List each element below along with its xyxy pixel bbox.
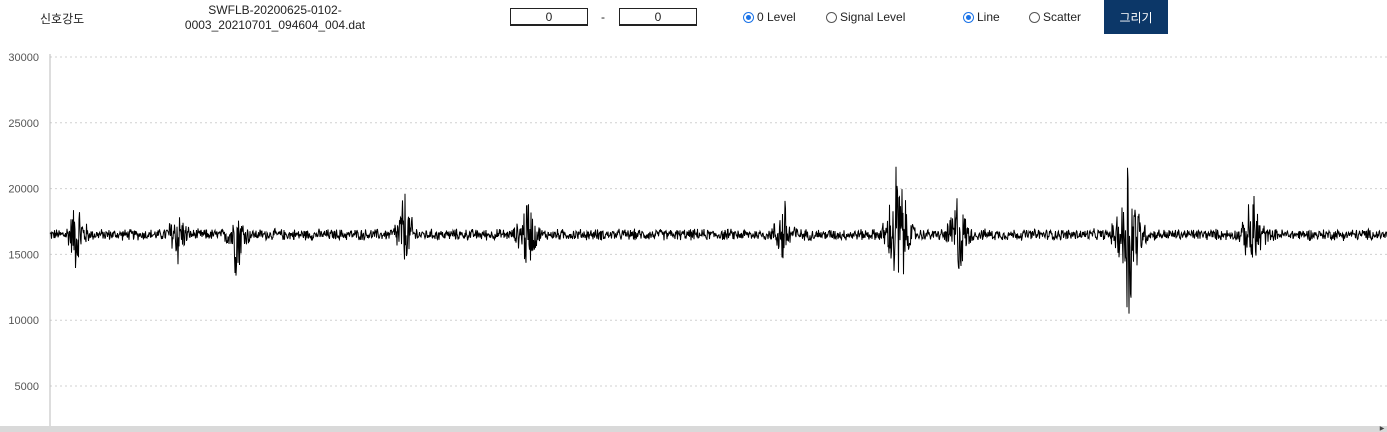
range-end-input[interactable] [619, 8, 697, 26]
radio-line-label: Line [977, 10, 1000, 24]
radio-signal-level[interactable]: Signal Level [826, 10, 905, 24]
y-tick-label-10000: 10000 [8, 315, 39, 327]
radio-signal-level-indicator[interactable] [826, 11, 837, 23]
y-tick-label-25000: 25000 [8, 118, 39, 130]
scroll-right-arrow-icon[interactable]: ▶ [1377, 426, 1387, 432]
radio-line[interactable]: Line [963, 10, 1000, 24]
filename-line-2: 0003_20210701_094604_004.dat [184, 18, 366, 32]
radio-scatter[interactable]: Scatter [1029, 10, 1081, 24]
radio-signal-level-label: Signal Level [840, 10, 906, 24]
radio-zero-level-indicator[interactable] [743, 11, 754, 23]
radio-zero-level-label: 0 Level [757, 10, 796, 24]
y-tick-label-30000: 30000 [8, 52, 39, 64]
signal-chart: 5000 10000 15000 20000 25000 30000 [8, 52, 1387, 426]
filename-label: SWFLB-20200625-0102- 0003_20210701_09460… [180, 3, 370, 33]
range-separator: - [601, 10, 605, 24]
y-tick-label-15000: 15000 [8, 249, 39, 261]
radio-scatter-label: Scatter [1043, 10, 1082, 24]
toolbar: 신호강도 SWFLB-20200625-0102- 0003_20210701_… [0, 0, 1387, 44]
range-start-input[interactable] [510, 8, 588, 26]
chart-grid [50, 56, 1387, 387]
radio-scatter-indicator[interactable] [1029, 11, 1040, 23]
horizontal-scrollbar[interactable] [0, 426, 1387, 432]
draw-button[interactable]: 그리기 [1104, 0, 1168, 34]
y-tick-label-5000: 5000 [15, 381, 39, 393]
filename-line-1: SWFLB-20200625-0102- [208, 3, 342, 17]
radio-line-indicator[interactable] [963, 11, 974, 23]
chart-title-label: 신호강도 [40, 12, 85, 26]
radio-zero-level[interactable]: 0 Level [743, 10, 796, 24]
y-axis-ticks: 5000 10000 15000 20000 25000 30000 [8, 52, 39, 393]
y-tick-label-20000: 20000 [8, 184, 39, 196]
